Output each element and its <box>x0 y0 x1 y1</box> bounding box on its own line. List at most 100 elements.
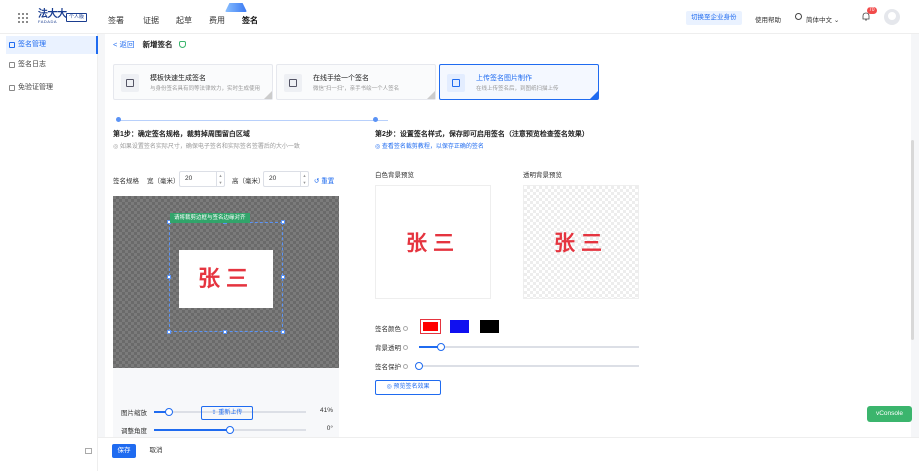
white-preview: 张三 <box>375 185 491 299</box>
language-label: 简体中文 <box>806 17 832 24</box>
crop-handle[interactable] <box>281 275 285 279</box>
content-panel: < 返回 新增签名 模板快速生成签名 与身份签名具有同等法律效力，实时生成使用 … <box>105 34 911 471</box>
transparent-preview: 张三 <box>523 185 639 299</box>
stepper-arrows-icon[interactable]: ▲ ▼ <box>216 172 224 186</box>
angle-value: 0° <box>326 425 333 432</box>
sidebar-item-signature-log[interactable]: 签名日志 <box>6 56 98 74</box>
edit-icon <box>9 42 15 48</box>
crop-handle[interactable] <box>223 330 227 334</box>
template-icon <box>121 74 139 92</box>
nav-signature[interactable]: 签名 <box>242 15 258 26</box>
help-link[interactable]: 使用帮助 <box>755 14 781 24</box>
mode-corner-mark <box>590 91 598 99</box>
opacity-label: 背景透明 <box>375 342 408 352</box>
opacity-label-text: 背景透明 <box>375 345 401 352</box>
color-swatch-blue[interactable] <box>450 320 469 333</box>
info-icon <box>403 326 408 331</box>
step-2-dot <box>373 117 378 122</box>
mode-corner-mark <box>264 91 272 99</box>
nav-highlight-tag <box>225 3 247 12</box>
shield-icon <box>9 85 15 91</box>
info-icon <box>403 345 408 350</box>
mode-upload[interactable]: 上传签名图片制作 在线上传签名后，到图纸扫描上传 <box>439 64 599 100</box>
switch-enterprise-button[interactable]: 切换至企业身份 <box>686 11 742 25</box>
color-row: 签名颜色 <box>375 319 595 334</box>
color-swatch-black[interactable] <box>480 320 499 333</box>
nav-draft[interactable]: 起草 <box>176 15 192 26</box>
protect-slider[interactable] <box>415 362 639 370</box>
angle-slider-handle[interactable] <box>226 426 234 434</box>
angle-slider-fill <box>154 429 230 431</box>
language-select[interactable]: 简体中文 ⌄ <box>806 14 839 24</box>
angle-label: 调整角度 <box>121 428 147 435</box>
width-input[interactable]: 20 ▲ ▼ <box>179 171 225 187</box>
sidebar-item-label: 签名管理 <box>18 41 46 48</box>
pen-icon <box>284 74 302 92</box>
sidebar-item-label: 签名日志 <box>18 61 46 68</box>
save-button[interactable]: 保存 <box>112 444 136 458</box>
mode-desc: 与身份签名具有同等法律效力，实时生成使用 <box>150 86 261 92</box>
opacity-slider-handle[interactable] <box>437 343 445 351</box>
angle-row: 调整角度 0° <box>121 424 333 435</box>
stepper-arrows-icon[interactable]: ▲ ▼ <box>300 172 308 186</box>
step-1-dot <box>116 117 121 122</box>
preview-effect-button[interactable]: ◎ 预览签名效果 <box>375 380 441 395</box>
reset-button[interactable]: ↺ 重置 <box>314 175 334 185</box>
opacity-slider[interactable] <box>419 343 639 351</box>
log-icon <box>9 62 15 68</box>
protect-slider-handle[interactable] <box>415 362 423 370</box>
mode-title: 上传签名图片制作 <box>476 75 532 82</box>
sidebar-item-signature-management[interactable]: 签名管理 <box>6 36 98 54</box>
protect-label: 签名保护 <box>375 361 408 371</box>
protect-label-text: 签名保护 <box>375 364 401 371</box>
collapse-sidebar-icon[interactable] <box>85 448 92 454</box>
info-icon <box>403 364 408 369</box>
mode-desc: 在线上传签名后，到图纸扫描上传 <box>476 86 559 92</box>
nav-evidence[interactable]: 证据 <box>143 15 159 26</box>
color-label: 签名颜色 <box>375 323 408 333</box>
zoom-value: 41% <box>319 407 333 414</box>
zoom-slider-handle[interactable] <box>165 408 174 416</box>
back-link[interactable]: < 返回 <box>113 40 134 49</box>
footer: 保存 取消 <box>98 437 919 471</box>
cancel-button[interactable]: 取消 <box>144 444 168 458</box>
steps-line <box>118 120 388 121</box>
height-input[interactable]: 20 ▲ ▼ <box>263 171 309 187</box>
avatar[interactable] <box>884 9 900 25</box>
sidebar-item-label: 免验证管理 <box>18 84 53 91</box>
color-swatch-red[interactable] <box>420 319 441 334</box>
app-grid-icon[interactable] <box>18 13 28 23</box>
verified-shield-icon <box>178 41 186 48</box>
crop-handle[interactable] <box>281 220 285 224</box>
width-value: 20 <box>185 175 193 182</box>
crop-handle[interactable] <box>281 330 285 334</box>
vconsole-button[interactable]: vConsole <box>867 406 912 422</box>
crop-tutorial-link[interactable]: ◎ 查看签名裁剪教程，以保存正确的签名 <box>375 141 484 150</box>
mode-handwrite[interactable]: 在线手绘一个签名 微信“扫一扫”，亲手书绘一个人签名 <box>276 64 436 100</box>
scrollbar[interactable] <box>911 140 914 340</box>
edition-badge: 个人版 <box>66 13 88 22</box>
protect-row: 签名保护 <box>375 360 643 371</box>
upload-image-icon <box>447 74 465 92</box>
white-preview-label: 白色背景预览 <box>375 172 414 179</box>
logo[interactable]: 法大大 FADADA <box>38 9 67 25</box>
sidebar-item-verification-free[interactable]: 免验证管理 <box>6 79 98 97</box>
transparent-preview-label: 透明背景预览 <box>523 172 562 179</box>
crop-tip: 请将裁剪边框与签名边缘对齐 <box>170 213 250 223</box>
mode-template[interactable]: 模板快速生成签名 与身份签名具有同等法律效力，实时生成使用 <box>113 64 273 100</box>
logo-cn: 法大大 <box>38 9 67 20</box>
page-title: 新增签名 <box>142 40 173 49</box>
nav-fees[interactable]: 费用 <box>209 15 225 26</box>
preview-signature-text: 张三 <box>406 230 460 255</box>
crop-handle[interactable] <box>167 275 171 279</box>
crop-box[interactable] <box>167 220 285 334</box>
spec-label: 签名规格 <box>113 178 139 185</box>
crop-handle[interactable] <box>167 330 171 334</box>
nav-sign[interactable]: 签署 <box>108 15 124 26</box>
preview-signature-text: 张三 <box>554 230 608 255</box>
step-2-title: 第2步：设置签名样式，保存即可启用签名（注意预览检查签名效果） <box>375 131 589 138</box>
zoom-label: 图片缩放 <box>121 410 147 417</box>
angle-slider[interactable] <box>154 426 306 434</box>
mode-desc: 微信“扫一扫”，亲手书绘一个人签名 <box>313 86 400 92</box>
reupload-button[interactable]: ⇪ 重新上传 <box>201 406 253 420</box>
